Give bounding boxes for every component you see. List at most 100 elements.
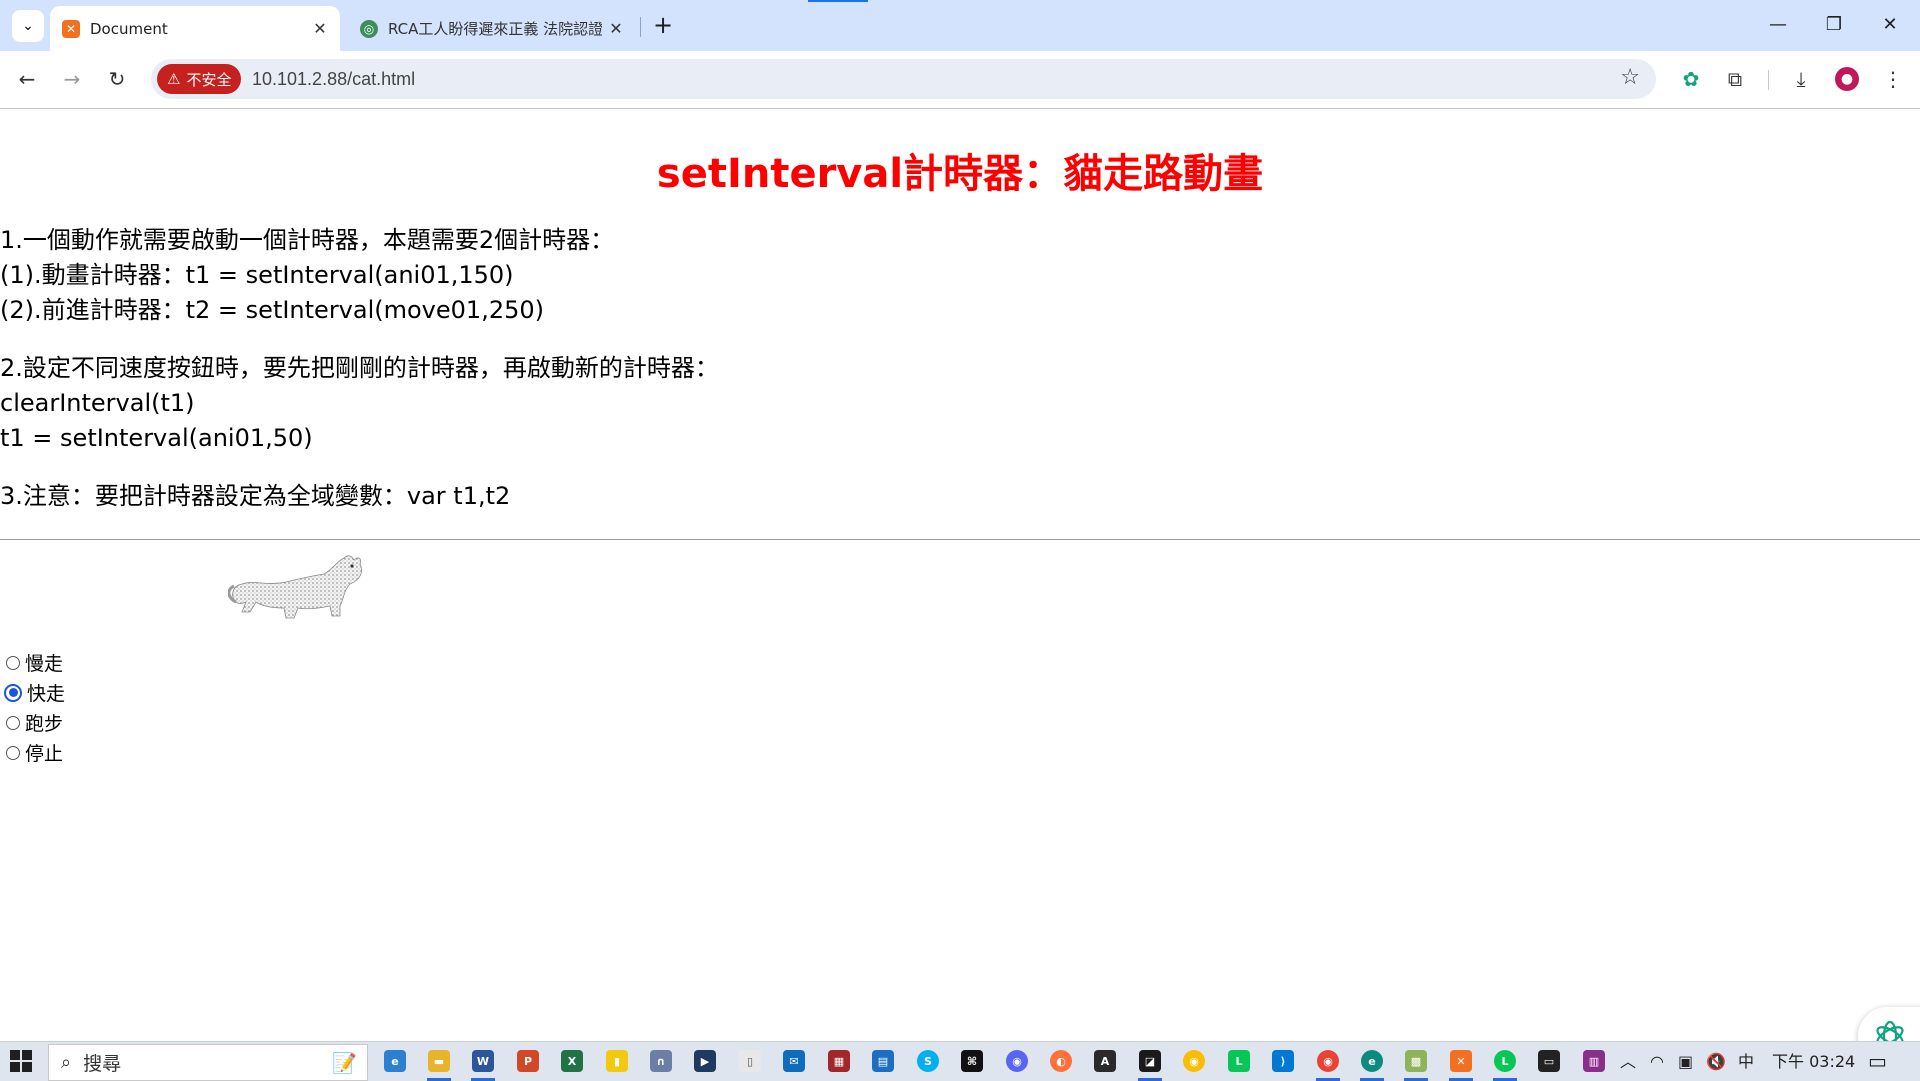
xampp-icon[interactable]: ✕ [1450, 1050, 1472, 1072]
windows-taskbar: ⌕ 搜尋 📝 e ▬ W P X ▮ ∩ ▶ ▯ ✉ ▦ ▤ S ⌘ ◉ ◐ A… [0, 1041, 1920, 1081]
radio-button[interactable] [6, 655, 20, 670]
windows-start-icon[interactable] [10, 1050, 32, 1072]
plus-icon: + [652, 11, 674, 39]
speaker-muted-icon[interactable]: 🔇 [1706, 1042, 1726, 1081]
address-bar[interactable]: ⚠ 不安全 10.101.2.88/cat.html ☆ [151, 59, 1656, 99]
close-window-button[interactable]: ✕ [1870, 8, 1910, 40]
page-content: setInterval計時器：貓走路動畫 1.一個動作就需要啟動一個計時器，本題… [0, 109, 1920, 1065]
radio-button[interactable] [6, 715, 20, 730]
excel-icon[interactable]: X [561, 1050, 583, 1072]
file-icon[interactable]: ▮ [606, 1050, 628, 1072]
file-explorer-icon[interactable]: ▬ [428, 1050, 450, 1072]
extensions-icon[interactable]: ⧉ [1720, 64, 1750, 94]
firefox-icon[interactable]: ◐ [1050, 1050, 1072, 1072]
minimize-icon: — [1769, 13, 1787, 35]
menu-kebab-icon[interactable]: ⋮ [1878, 64, 1908, 94]
chrome-profile-icon[interactable]: ◉ [1317, 1050, 1339, 1072]
headset-icon[interactable]: ∩ [650, 1050, 672, 1072]
powerpoint-icon[interactable]: P [517, 1050, 539, 1072]
radio-button-checked[interactable] [4, 683, 22, 702]
note-line: 1.一個動作就需要啟動一個計時器，本題需要2個計時器： [0, 226, 615, 254]
skype-icon[interactable]: S [917, 1050, 939, 1072]
tab-title: Document [90, 19, 168, 38]
download-icon[interactable]: ⤓ [1786, 64, 1816, 94]
bookmark-star-icon[interactable]: ☆ [1620, 65, 1640, 90]
toolbar-separator [1768, 70, 1769, 90]
notification-icon[interactable]: ▭ [1868, 1042, 1887, 1081]
arrow-left-icon: ← [18, 67, 36, 91]
restore-button[interactable]: ❐ [1814, 8, 1854, 40]
edge-dev-icon[interactable]: e [1361, 1050, 1383, 1072]
tab-close-icon[interactable]: ✕ [306, 19, 334, 38]
tab-rca-news[interactable]: ◎ RCA工人盼得遲來正義 法院認證 ✕ [348, 6, 636, 51]
terminal-icon[interactable]: ▭ [1538, 1050, 1560, 1072]
chatgpt-extension-icon[interactable]: ✿ [1676, 64, 1706, 94]
note-line: 2.設定不同速度按鈕時，要先把剛剛的計時器，再啟動新的計時器： [0, 354, 719, 382]
note-line: (1).動畫計時器：t1 = setInterval(ani01,150) [0, 261, 514, 289]
security-chip[interactable]: ⚠ 不安全 [157, 64, 242, 94]
search-highlight-icon: 📝 [332, 1050, 357, 1075]
clock[interactable]: 下午 03:24 [1772, 1042, 1855, 1081]
line-icon[interactable]: L [1228, 1050, 1250, 1072]
forward-button[interactable]: → [55, 62, 89, 96]
zoom-icon[interactable]: ▶ [694, 1050, 716, 1072]
xampp-icon: ✕ [62, 19, 80, 38]
network-icon[interactable]: ▣ [1678, 1042, 1693, 1081]
discord-icon[interactable]: ◉ [1006, 1050, 1028, 1072]
sticky-notes-icon[interactable]: ◪ [1139, 1050, 1161, 1072]
cat-animation-image [228, 555, 362, 619]
capcut-icon[interactable]: ⌘ [961, 1050, 983, 1072]
new-tab-button[interactable]: + [648, 10, 678, 40]
film-icon[interactable]: ▦ [828, 1050, 850, 1072]
tray-chevron-icon[interactable]: ︿ [1620, 1042, 1636, 1081]
minimize-button[interactable]: — [1758, 8, 1798, 40]
minecraft-icon[interactable]: ▩ [1405, 1050, 1427, 1072]
arrow-right-icon: → [63, 67, 81, 91]
calendar-icon[interactable]: ▤ [872, 1050, 894, 1072]
profile-avatar[interactable]: ● [1835, 67, 1859, 91]
radio-button[interactable] [6, 745, 20, 760]
tab-strip: ⌄ ✕ Document ✕ ◎ RCA工人盼得遲來正義 法院認證 ✕ + — … [0, 0, 1920, 51]
mail-icon[interactable]: ✉ [783, 1050, 805, 1072]
security-label: 不安全 [186, 70, 232, 89]
search-icon: ⌕ [61, 1052, 72, 1073]
reload-icon: ↻ [108, 67, 126, 91]
note-line: (2).前進計時器：t2 = setInterval(move01,250) [0, 296, 544, 324]
vscode-icon[interactable]: ⟩ [1272, 1050, 1294, 1072]
radio-label: 停止 [25, 743, 64, 765]
note-3: 3.注意：要把計時器設定為全域變數：var t1,t2 [0, 479, 510, 514]
taskbar-search-box[interactable]: ⌕ 搜尋 📝 [48, 1044, 368, 1081]
note-1: 1.一個動作就需要啟動一個計時器，本題需要2個計時器： (1).動畫計時器：t1… [0, 223, 614, 328]
tab-title: RCA工人盼得遲來正義 法院認證 [388, 20, 602, 38]
warning-icon: ⚠ [167, 70, 181, 88]
tab-close-icon[interactable]: ✕ [602, 19, 630, 38]
note-2: 2.設定不同速度按鈕時，要先把剛剛的計時器，再啟動新的計時器： clearInt… [0, 351, 719, 456]
ime-indicator[interactable]: 中 [1738, 1042, 1754, 1081]
radio-label: 快走 [27, 683, 66, 705]
reload-button[interactable]: ↻ [100, 62, 134, 96]
radio-fast-walk[interactable]: 快走 [4, 679, 65, 706]
chrome-icon[interactable]: ◉ [1183, 1050, 1205, 1072]
wifi-icon[interactable]: ◠ [1650, 1042, 1664, 1081]
edge-icon[interactable]: e [384, 1050, 406, 1072]
tab-document[interactable]: ✕ Document ✕ [50, 6, 340, 51]
url-text[interactable]: 10.101.2.88/cat.html [252, 59, 415, 99]
note-line: clearInterval(t1) [0, 389, 195, 417]
tab-accent-line [808, 0, 868, 2]
page-title: setInterval計時器：貓走路動畫 [656, 151, 1264, 197]
globe-icon: ◎ [360, 19, 378, 38]
radio-slow-walk[interactable]: 慢走 [6, 649, 63, 676]
note-line: 3.注意：要把計時器設定為全域變數：var t1,t2 [0, 482, 511, 510]
tab-search-button[interactable]: ⌄ [12, 10, 44, 42]
notepad-icon[interactable]: ▯ [739, 1050, 761, 1072]
back-button[interactable]: ← [10, 62, 44, 96]
radio-run[interactable]: 跑步 [6, 709, 63, 736]
winrar-icon[interactable]: ▥ [1583, 1050, 1605, 1072]
browser-toolbar: ← → ↻ ⚠ 不安全 10.101.2.88/cat.html ☆ ✿ ⧉ ⤓… [0, 51, 1920, 109]
line2-icon[interactable]: L [1494, 1050, 1516, 1072]
radio-label: 慢走 [25, 653, 64, 675]
word-icon[interactable]: W [472, 1050, 494, 1072]
acrobat-icon[interactable]: A [1094, 1050, 1116, 1072]
radio-stop[interactable]: 停止 [6, 739, 63, 766]
radio-label: 跑步 [25, 713, 64, 735]
